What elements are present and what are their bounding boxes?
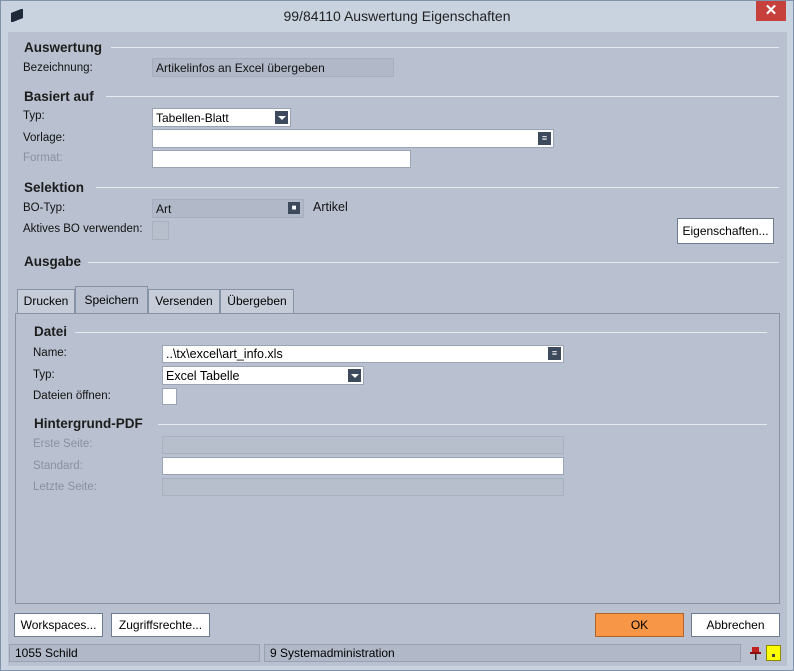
tab-speichern[interactable]: Speichern — [75, 286, 148, 314]
format-field[interactable] — [152, 150, 411, 168]
workspaces-button[interactable]: Workspaces... — [14, 613, 103, 637]
dateien-oeffnen-label: Dateien öffnen: — [33, 390, 111, 402]
section-divider — [88, 262, 779, 263]
datei-typ-label: Typ: — [33, 369, 55, 381]
section-basiert-title: Basiert auf — [24, 89, 94, 104]
standard-label: Standard: — [33, 460, 83, 472]
erste-seite-field[interactable] — [162, 436, 564, 454]
section-divider — [75, 332, 767, 333]
aktives-bo-checkbox[interactable] — [152, 221, 169, 240]
standard-field[interactable] — [162, 457, 564, 475]
botyp-field[interactable]: Art ■ — [152, 199, 304, 218]
section-selektion-title: Selektion — [24, 180, 85, 195]
datei-name-label: Name: — [33, 347, 67, 359]
datei-name-field[interactable]: ..\tx\excel\art_info.xls ≡ — [162, 345, 564, 363]
datei-typ-dropdown[interactable]: Excel Tabelle — [162, 366, 364, 385]
basiert-typ-label: Typ: — [23, 110, 45, 122]
aktives-bo-label: Aktives BO verwenden: — [23, 223, 143, 235]
tab-uebergeben[interactable]: Übergeben — [220, 289, 294, 313]
datei-typ-value: Excel Tabelle — [166, 369, 240, 383]
section-auswertung-title: Auswertung — [24, 40, 103, 55]
note-icon[interactable] — [766, 645, 781, 661]
close-button[interactable]: ✕ — [756, 1, 786, 21]
erste-seite-label: Erste Seite: — [33, 438, 93, 450]
select-icon[interactable]: ■ — [288, 202, 300, 214]
botyp-description: Artikel — [313, 200, 348, 214]
datei-name-value: ..\tx\excel\art_info.xls — [166, 347, 283, 361]
tab-versenden[interactable]: Versenden — [148, 289, 220, 313]
section-datei-title: Datei — [34, 324, 68, 339]
window-title: 99/84110 Auswertung Eigenschaften — [283, 8, 511, 24]
section-divider — [158, 424, 767, 425]
pin-icon[interactable] — [748, 645, 763, 661]
letzte-seite-field[interactable] — [162, 478, 564, 496]
botyp-value: Art — [156, 202, 172, 216]
dialog-client: Auswertung Bezeichnung: Artikelinfos an … — [8, 32, 787, 666]
botyp-label: BO-Typ: — [23, 202, 66, 214]
eigenschaften-button[interactable]: Eigenschaften... — [677, 218, 774, 244]
section-ausgabe-title: Ausgabe — [24, 254, 82, 269]
section-divider — [111, 47, 779, 48]
basiert-typ-value: Tabellen-Blatt — [156, 111, 229, 125]
title-bar[interactable]: 99/84110 Auswertung Eigenschaften ✕ — [1, 1, 793, 32]
vorlage-field[interactable]: ≡ — [152, 129, 554, 148]
chevron-down-icon[interactable] — [348, 369, 361, 382]
ok-button[interactable]: OK — [595, 613, 684, 637]
zugriffsrechte-button[interactable]: Zugriffsrechte... — [111, 613, 210, 637]
close-icon: ✕ — [764, 2, 778, 19]
abbrechen-button[interactable]: Abbrechen — [691, 613, 780, 637]
dialog-window: 99/84110 Auswertung Eigenschaften ✕ Ausw… — [0, 0, 794, 671]
tab-drucken[interactable]: Drucken — [17, 289, 75, 313]
list-icon[interactable]: ≡ — [548, 347, 561, 360]
dateien-oeffnen-checkbox[interactable] — [162, 388, 177, 405]
bezeichnung-field[interactable]: Artikelinfos an Excel übergeben — [152, 58, 394, 77]
section-divider — [106, 96, 779, 97]
section-hintergrund-title: Hintergrund-PDF — [34, 416, 143, 431]
bezeichnung-label: Bezeichnung: — [23, 62, 93, 74]
vorlage-label: Vorlage: — [23, 132, 66, 144]
section-divider — [96, 187, 779, 188]
list-icon[interactable]: ≡ — [538, 132, 551, 145]
basiert-typ-dropdown[interactable]: Tabellen-Blatt — [152, 108, 291, 127]
chevron-down-icon[interactable] — [275, 111, 288, 124]
status-role: 9 Systemadministration — [264, 644, 741, 662]
format-label: Format: — [23, 152, 63, 164]
status-user: 1055 Schild — [9, 644, 260, 662]
letzte-seite-label: Letzte Seite: — [33, 481, 97, 493]
